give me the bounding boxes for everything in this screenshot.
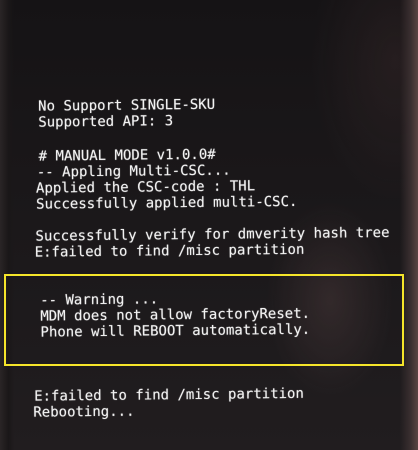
warning-highlight-box	[4, 274, 404, 366]
recovery-console: No Support SINGLE-SKU Supported API: 3 #…	[0, 0, 418, 450]
footer-line-error: E:failed to find /misc partition	[34, 385, 304, 405]
csc-line-success: Successfully applied multi-CSC.	[36, 193, 298, 213]
info-line-api: Supported API: 3	[38, 113, 174, 131]
footer-line-rebooting: Rebooting...	[33, 403, 135, 421]
info-line-single-sku: No Support SINGLE-SKU	[38, 96, 216, 115]
verity-line-error: E:failed to find /misc partition	[34, 241, 305, 261]
